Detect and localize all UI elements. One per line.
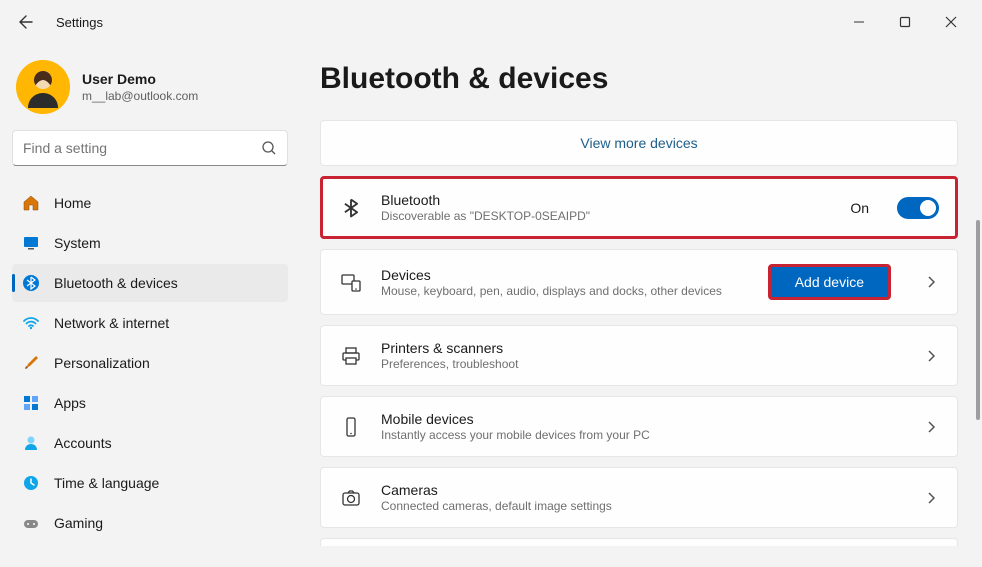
sidebar-item-label: Network & internet — [54, 315, 169, 331]
sidebar-item-label: Apps — [54, 395, 86, 411]
sidebar-item-home[interactable]: Home — [12, 184, 288, 222]
sidebar-item-system[interactable]: System — [12, 224, 288, 262]
gaming-icon — [22, 514, 40, 532]
add-device-button[interactable]: Add device — [768, 264, 891, 300]
toggle-state-label: On — [850, 200, 869, 216]
arrow-left-icon — [18, 14, 34, 30]
bluetooth-icon — [22, 274, 40, 292]
page-title: Bluetooth & devices — [320, 62, 958, 96]
close-button[interactable] — [928, 6, 974, 38]
card-title: Devices — [381, 267, 750, 283]
sidebar: User Demo m__lab@outlook.com Home System… — [0, 44, 300, 567]
avatar — [16, 60, 70, 114]
sidebar-item-bluetooth[interactable]: Bluetooth & devices — [12, 264, 288, 302]
search-box[interactable] — [12, 130, 288, 166]
chevron-right-icon — [923, 348, 939, 364]
sidebar-item-personalization[interactable]: Personalization — [12, 344, 288, 382]
sidebar-item-label: Accounts — [54, 435, 112, 451]
app-title: Settings — [56, 15, 103, 30]
sidebar-item-label: Personalization — [54, 355, 150, 371]
accounts-icon — [22, 434, 40, 452]
devices-card[interactable]: Devices Mouse, keyboard, pen, audio, dis… — [320, 249, 958, 315]
phone-icon — [339, 415, 363, 439]
minimize-button[interactable] — [836, 6, 882, 38]
card-title: Printers & scanners — [381, 340, 905, 356]
nav-list: Home System Bluetooth & devices Network … — [12, 184, 288, 542]
bluetooth-icon — [339, 196, 363, 220]
camera-icon — [339, 486, 363, 510]
maximize-icon — [899, 16, 911, 28]
chevron-right-icon — [923, 490, 939, 506]
search-input[interactable] — [23, 140, 261, 156]
back-button[interactable] — [8, 4, 44, 40]
sidebar-item-apps[interactable]: Apps — [12, 384, 288, 422]
card-subtitle: Mouse, keyboard, pen, audio, displays an… — [381, 284, 750, 298]
home-icon — [22, 194, 40, 212]
view-more-devices-button[interactable]: View more devices — [320, 120, 958, 166]
titlebar: Settings — [0, 0, 982, 44]
profile-section[interactable]: User Demo m__lab@outlook.com — [12, 52, 288, 130]
search-icon — [261, 140, 277, 156]
chevron-right-icon — [923, 419, 939, 435]
printers-card[interactable]: Printers & scanners Preferences, trouble… — [320, 325, 958, 386]
profile-email: m__lab@outlook.com — [82, 89, 198, 103]
chevron-right-icon — [923, 274, 939, 290]
sidebar-item-label: Bluetooth & devices — [54, 275, 178, 291]
sidebar-item-label: System — [54, 235, 101, 251]
sidebar-item-label: Gaming — [54, 515, 103, 531]
card-subtitle: Instantly access your mobile devices fro… — [381, 428, 905, 442]
card-subtitle: Discoverable as "DESKTOP-0SEAIPD" — [381, 209, 832, 223]
card-title: Cameras — [381, 482, 905, 498]
minimize-icon — [853, 16, 865, 28]
cameras-card[interactable]: Cameras Connected cameras, default image… — [320, 467, 958, 528]
bluetooth-card[interactable]: Bluetooth Discoverable as "DESKTOP-0SEAI… — [320, 176, 958, 239]
scrollbar-thumb[interactable] — [976, 220, 980, 420]
profile-name: User Demo — [82, 71, 198, 87]
card-subtitle: Connected cameras, default image setting… — [381, 499, 905, 513]
partial-next-card — [320, 538, 958, 546]
printer-icon — [339, 344, 363, 368]
system-icon — [22, 234, 40, 252]
globe-icon — [22, 474, 40, 492]
apps-icon — [22, 394, 40, 412]
mobile-devices-card[interactable]: Mobile devices Instantly access your mob… — [320, 396, 958, 457]
sidebar-item-label: Home — [54, 195, 91, 211]
card-subtitle: Preferences, troubleshoot — [381, 357, 905, 371]
sidebar-item-gaming[interactable]: Gaming — [12, 504, 288, 542]
sidebar-item-time[interactable]: Time & language — [12, 464, 288, 502]
bluetooth-toggle[interactable] — [897, 197, 939, 219]
sidebar-item-network[interactable]: Network & internet — [12, 304, 288, 342]
window-controls — [836, 6, 974, 38]
wifi-icon — [22, 314, 40, 332]
sidebar-item-label: Time & language — [54, 475, 159, 491]
card-title: Bluetooth — [381, 192, 832, 208]
maximize-button[interactable] — [882, 6, 928, 38]
card-title: Mobile devices — [381, 411, 905, 427]
devices-icon — [339, 270, 363, 294]
sidebar-item-accounts[interactable]: Accounts — [12, 424, 288, 462]
close-icon — [945, 16, 957, 28]
brush-icon — [22, 354, 40, 372]
main-content: Bluetooth & devices View more devices Bl… — [300, 44, 982, 567]
